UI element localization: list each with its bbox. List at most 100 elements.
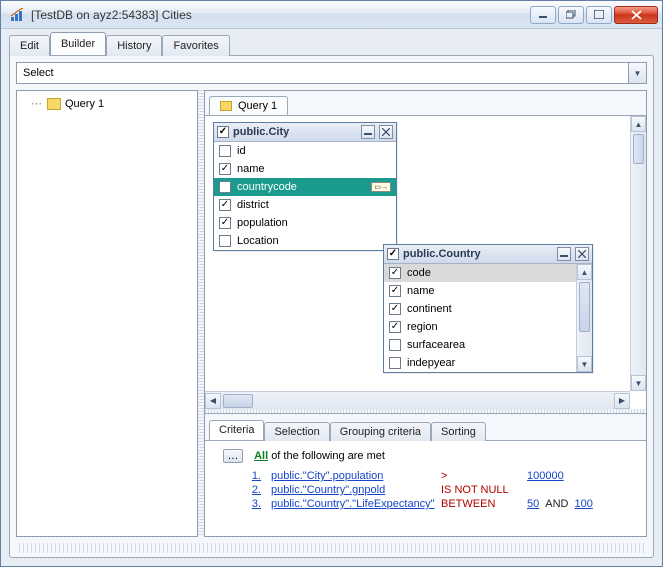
table-minimize-icon[interactable] [361,125,375,139]
statement-type-value: Select [23,67,54,79]
criteria-field[interactable]: public."City".population [271,470,441,482]
column-checkbox[interactable] [219,145,231,157]
table-column-row[interactable]: countrycode▭→ [214,178,396,196]
main-tabrow: EditBuilderHistoryFavorites [1,29,662,55]
tab-query[interactable]: Query 1 [209,96,288,115]
criteria-options-button[interactable]: … [223,449,243,463]
minimize-button[interactable] [530,6,556,24]
tab-history[interactable]: History [106,35,162,56]
chevron-down-icon: ▼ [628,63,646,83]
table-column-row[interactable]: population [214,214,396,232]
column-checkbox[interactable] [389,321,401,333]
criteria-value[interactable]: 50 [527,498,539,510]
table-vscrollbar[interactable]: ▲▼ [576,264,592,372]
table-column-row[interactable]: district [214,196,396,214]
scroll-thumb[interactable] [223,394,253,408]
query-tree[interactable]: ⋯ Query 1 [16,90,198,537]
table-close-icon[interactable] [379,125,393,139]
column-checkbox[interactable] [219,235,231,247]
table-column-row[interactable]: region [384,318,576,336]
table-column-row[interactable]: id [214,142,396,160]
resize-grip[interactable] [16,543,647,553]
diagram-canvas[interactable]: public.Cityidnamecountrycode▭→districtpo… [205,116,630,391]
criteria-tabrow: CriteriaSelectionGrouping criteriaSortin… [205,414,646,440]
scroll-down-icon[interactable]: ▼ [577,356,592,372]
column-name: Location [237,235,279,247]
content-frame: Select ▼ ⋯ Query 1 Query 1 [9,55,654,558]
criteria-quantifier[interactable]: All [254,450,268,462]
scroll-up-icon[interactable]: ▲ [577,264,592,280]
criteria-row: 3. public."Country"."LifeExpectancy"BETWE… [213,497,638,511]
criteria-row-number[interactable]: 1. [241,470,261,482]
tree-item-label: Query 1 [65,98,104,110]
table-select-all-checkbox[interactable] [387,248,399,260]
criteria-panel: CriteriaSelectionGrouping criteriaSortin… [205,413,646,536]
table-country[interactable]: public.Country code namecontinentregionsur… [383,244,593,373]
restore-button[interactable] [558,6,584,24]
diagram-vscrollbar[interactable]: ▲ ▼ [630,116,646,391]
table-minimize-icon[interactable] [557,247,571,261]
table-column-row[interactable]: continent [384,300,576,318]
column-checkbox[interactable] [389,285,401,297]
tree-item-query[interactable]: ⋯ Query 1 [21,95,193,112]
app-window: [TestDB on ayz2:54383] Cities EditBuilde… [0,0,663,567]
table-city[interactable]: public.Cityidnamecountrycode▭→districtpo… [213,122,397,251]
table-column-row[interactable]: code [384,264,576,282]
column-name: indepyear [407,357,455,369]
maximize-button[interactable] [586,6,612,24]
table-column-row[interactable]: indepyear [384,354,576,372]
criteria-tab-grouping-criteria[interactable]: Grouping criteria [330,422,431,441]
criteria-row-number[interactable]: 2. [241,484,261,496]
table-titlebar[interactable]: public.City [214,123,396,142]
criteria-tab-sorting[interactable]: Sorting [431,422,486,441]
column-checkbox[interactable] [219,217,231,229]
close-button[interactable] [614,6,658,24]
criteria-field[interactable]: public."Country"."LifeExpectancy" [271,498,441,510]
tab-favorites[interactable]: Favorites [162,35,229,56]
tab-builder[interactable]: Builder [50,32,106,55]
criteria-tab-selection[interactable]: Selection [264,422,329,441]
statement-type-select[interactable]: Select ▼ [16,62,647,84]
table-column-row[interactable]: name [384,282,576,300]
table-column-row[interactable]: name [214,160,396,178]
table-column-row[interactable]: Location [214,232,396,250]
scroll-thumb[interactable] [633,134,644,164]
criteria-row: 2. public."Country".gnpoldIS NOT NULL [213,483,638,497]
criteria-value[interactable]: 100 [574,498,592,510]
builder-panel: Query 1 public.Cityidnamecountrycode▭→di… [204,90,647,537]
column-checkbox[interactable] [389,339,401,351]
table-titlebar[interactable]: public.Country [384,245,592,264]
tree-expander-icon: ⋯ [31,97,43,110]
table-column-row[interactable]: surfacearea [384,336,576,354]
column-checkbox[interactable] [389,357,401,369]
scroll-right-icon[interactable]: ▶ [614,393,630,409]
criteria-operator[interactable]: > [441,470,527,482]
criteria-operator[interactable]: BETWEEN [441,498,527,510]
column-checkbox[interactable] [389,267,401,279]
table-close-icon[interactable] [575,247,589,261]
window-buttons [530,6,658,24]
criteria-header: … All of the following are met [213,447,638,469]
column-name: code [407,267,431,279]
scroll-down-icon[interactable]: ▼ [631,375,646,391]
scroll-thumb[interactable] [579,282,590,332]
criteria-row: 1. public."City".population>100000 [213,469,638,483]
column-checkbox[interactable] [219,199,231,211]
criteria-field[interactable]: public."Country".gnpold [271,484,441,496]
app-icon [9,7,25,23]
scroll-up-icon[interactable]: ▲ [631,116,646,132]
criteria-row-number[interactable]: 3. [241,498,261,510]
column-checkbox[interactable] [219,163,231,175]
column-checkbox[interactable] [389,303,401,315]
criteria-tab-criteria[interactable]: Criteria [209,420,264,440]
diagram-hscrollbar[interactable]: ◀ ▶ [205,391,630,409]
criteria-body: … All of the following are met 1. public.… [205,440,646,536]
criteria-operator[interactable]: IS NOT NULL [441,484,527,496]
table-title: public.Country [403,248,553,260]
tab-edit[interactable]: Edit [9,35,50,56]
scroll-left-icon[interactable]: ◀ [205,393,221,409]
column-checkbox[interactable] [219,181,231,193]
table-select-all-checkbox[interactable] [217,126,229,138]
criteria-value[interactable]: 100000 [527,470,564,482]
criteria-quantifier-suffix: of the following are met [271,450,385,462]
